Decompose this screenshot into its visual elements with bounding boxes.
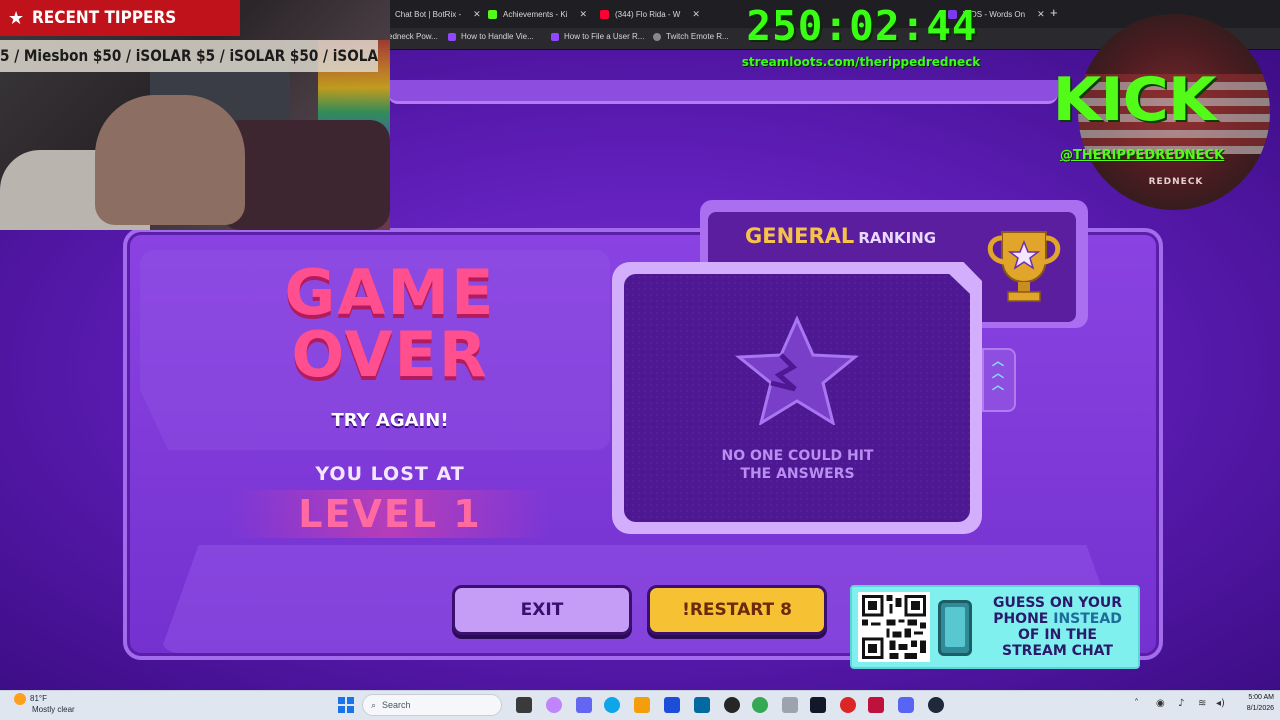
discord-icon[interactable] [898,697,914,713]
ranking-highlight: GENERAL [745,224,855,248]
game-top-bar [388,80,1058,104]
task-view-icon[interactable] [516,697,532,713]
weather-icon [14,693,26,705]
teams-icon[interactable] [576,697,592,713]
bookmark-item[interactable]: How to File a User R... [551,32,644,41]
file-explorer-icon[interactable] [634,697,650,713]
tab-label: (344) Flo Rida - W [615,9,681,19]
tippers-title: RECENT TIPPERS [32,8,177,28]
banner-line-4: STREAM CHAT [1002,643,1113,659]
chevron-up-icon: ︿ [991,378,1004,392]
close-icon[interactable]: ✕ [579,9,587,20]
app-icon[interactable] [868,697,884,713]
banner-phone-word: PHONE [993,611,1049,627]
wifi-icon[interactable]: ≋ [1198,698,1206,709]
blanket [220,120,390,230]
streamer [95,95,245,225]
network-icon[interactable]: ◉ [1156,698,1165,709]
copilot-icon[interactable] [546,697,562,713]
ranking-title: GENERAL RANKING [745,224,936,248]
search-icon: ⌕ [371,699,377,710]
ticker-text: 5 / Miesbon $50 / iSOLAR $5 / iSOLAR $50… [0,46,378,65]
tab-label: Achievements - Ki [503,9,568,19]
empty-line-2: THE ANSWERS [740,466,855,482]
kick-logo: KICK [1052,65,1216,135]
microphone-icon[interactable]: ♪ [1178,698,1184,709]
weather-widget[interactable]: 81°F Mostly clear [14,693,75,715]
empty-line-1: NO ONE COULD HIT [721,448,874,464]
weather-desc: Mostly clear [32,705,75,714]
chrome-icon[interactable] [752,697,768,713]
twitch-icon [448,32,456,41]
title-line-2: OVER [291,318,489,391]
tippers-ticker: 5 / Miesbon $50 / iSOLAR $5 / iSOLAR $50… [0,40,378,72]
banner-instead-word: INSTEAD [1053,611,1122,627]
volume-icon[interactable]: ◂) [1216,698,1225,709]
bookmark-item[interactable]: edneck Pow... [388,32,438,41]
trophy-icon [987,231,1061,302]
kick-handle: @THERIPPEDREDNECK [1060,148,1225,163]
exit-button[interactable]: EXIT [452,585,632,635]
search-placeholder: Search [382,700,411,710]
app-icon[interactable] [840,697,856,713]
chevron-up-icon[interactable]: ˄ [1134,698,1139,709]
youtube-icon [600,9,609,19]
subathon-timer: 250:02:44 [746,2,978,50]
bookmark-item[interactable]: How to Handle Vie... [448,32,534,41]
screen: Chat Bot | BotRix - ✕ Achievements - Ki … [0,0,1280,720]
empty-ranking-message: NO ONE COULD HIT THE ANSWERS [700,447,895,483]
edge-icon[interactable] [604,697,620,713]
close-icon[interactable]: ✕ [1037,9,1044,20]
phone-icon [938,600,972,656]
star-icon: ★ [8,7,25,29]
outlook-icon[interactable] [694,697,710,713]
title-line-1: GAME [284,256,496,329]
chevron-up-icon: ︿ [991,366,1004,380]
bookmark-label: Twitch Emote R... [666,32,729,41]
clock-date: 8/1/2026 [1246,705,1274,712]
kick-icon [488,9,497,19]
tab-label: Chat Bot | BotRix - [395,9,462,19]
clock-time: 5:00 AM [1248,694,1274,701]
steam-icon[interactable] [928,697,944,713]
twitch-icon [551,32,559,41]
streamloots-link: streamloots.com/therippedredneck [741,55,981,69]
new-tab-icon[interactable]: + [1050,5,1058,20]
phone-banner-text: GUESS ON YOUR PHONE INSTEAD OF IN THE ST… [980,595,1135,659]
level-value: LEVEL 1 [298,492,482,536]
tab-youtube[interactable]: (344) Flo Rida - W ✕ [592,3,706,25]
banner-line-1: GUESS ON YOUR [992,595,1122,611]
bookmark-item[interactable]: Twitch Emote R... [653,32,729,41]
terminal-icon[interactable] [810,697,826,713]
windows-start-icon[interactable] [338,697,354,713]
taskbar-search[interactable]: ⌕ Search [362,694,502,716]
weather-temp: 81°F [30,694,47,704]
system-clock[interactable]: 5:00 AM 8/1/2026 [1236,692,1274,714]
store-icon[interactable] [664,697,680,713]
lost-at-label: YOU LOST AT [315,463,465,485]
try-again-label: TRY AGAIN! [331,410,449,431]
app-icon[interactable] [782,697,798,713]
game-over-title: GAME OVER [280,262,500,386]
banner-line-2: PHONE INSTEAD [980,611,1135,627]
ranking-label: RANKING [858,229,937,247]
restart-button[interactable]: !RESTART 8 [647,585,827,635]
globe-icon [653,32,661,41]
qr-code[interactable] [858,592,930,662]
broken-star-icon [735,315,859,425]
banner-line-3: OF IN THE [1018,627,1097,643]
recent-tippers-header: ★ RECENT TIPPERS [0,0,240,36]
bookmark-label: How to File a User R... [564,32,645,41]
obs-icon[interactable] [724,697,740,713]
qr-code-icon [862,595,926,659]
bookmark-label: edneck Pow... [388,32,438,41]
bookmark-label: How to Handle Vie... [461,32,534,41]
close-icon[interactable]: ✕ [692,9,700,20]
badge-label: REDNECK [1148,177,1204,187]
close-icon[interactable]: ✕ [473,9,480,20]
chevron-up-icon: ︿ [991,354,1004,368]
tab-achievements[interactable]: Achievements - Ki ✕ [480,3,592,25]
